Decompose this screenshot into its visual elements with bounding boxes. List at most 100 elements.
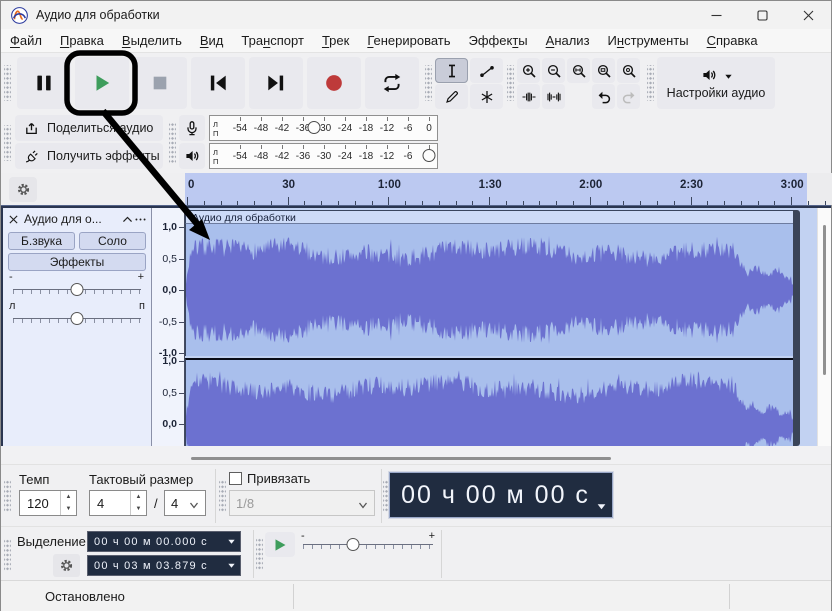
mute-button[interactable]: Б.звука: [8, 232, 75, 250]
caret-down-icon[interactable]: [227, 561, 236, 570]
play-at-speed-button[interactable]: [265, 532, 295, 557]
get-effects-button[interactable]: Получить эффекты: [15, 143, 163, 169]
grip-handle[interactable]: [4, 65, 11, 101]
menu-item-view[interactable]: Вид: [191, 31, 233, 50]
undo-button[interactable]: [592, 84, 615, 109]
audio-position-display[interactable]: 00 ч 00 м 00 с: [389, 472, 613, 518]
playback-meter-speaker-button[interactable]: [179, 143, 205, 169]
trim-outside-selection-button[interactable]: [517, 84, 540, 109]
snap-dropdown[interactable]: 1/8: [229, 490, 375, 516]
grip-handle[interactable]: [4, 479, 11, 513]
zoom-project-button[interactable]: [592, 58, 615, 83]
tempo-input[interactable]: 120 ▲ ▼: [19, 490, 77, 516]
caret-down-icon[interactable]: [590, 490, 606, 509]
grip-handle[interactable]: [507, 65, 514, 101]
pan-left-label: л: [9, 300, 16, 312]
close-button[interactable]: [785, 1, 831, 29]
selection-start-value[interactable]: 00 ч 00 м 00.000 с: [94, 536, 208, 548]
share-audio-button[interactable]: Поделиться аудио: [15, 115, 163, 141]
selection-end-field[interactable]: 00 ч 03 м 03.879 с: [87, 555, 241, 576]
tempo-spinner[interactable]: ▲ ▼: [60, 491, 76, 515]
timesig-lower-dropdown[interactable]: 4: [164, 490, 206, 516]
record-meter[interactable]: Л П -54 -48 -42 -36 -30 -24 -18 -12 -6 0: [209, 115, 438, 141]
menu-item-edit[interactable]: Правка: [51, 31, 113, 50]
grip-handle[interactable]: [425, 65, 432, 101]
minimize-button[interactable]: [693, 1, 739, 29]
selection-tool-button[interactable]: [435, 58, 468, 83]
grip-handle[interactable]: [4, 125, 11, 161]
maximize-button[interactable]: [739, 1, 785, 29]
zoom-in-button[interactable]: [517, 58, 540, 83]
grip-handle[interactable]: [169, 123, 176, 163]
track-control-panel[interactable]: Аудио для о... Б.звука Соло Эффекты - + …: [1, 208, 152, 446]
collapse-track-icon[interactable]: [121, 213, 134, 226]
envelope-tool-button[interactable]: [470, 58, 503, 83]
snap-checkbox-row[interactable]: Привязать: [229, 471, 310, 486]
pause-button[interactable]: [17, 57, 71, 109]
redo-button[interactable]: [617, 84, 640, 109]
caret-down-icon[interactable]: [227, 537, 236, 546]
play-speed-slider[interactable]: - +: [301, 530, 435, 556]
menu-item-select[interactable]: Выделить: [113, 31, 191, 50]
skip-to-start-button[interactable]: [191, 57, 245, 109]
timesig-spinner[interactable]: ▲ ▼: [130, 491, 146, 515]
audio-clip[interactable]: Аудио для обработки: [185, 210, 805, 446]
record-volume-slider-thumb[interactable]: [307, 121, 321, 134]
tempo-value[interactable]: 120: [20, 496, 60, 511]
vertical-ruler[interactable]: 1,0 0,5 0,0 -0,5 -1,0 1,0 0,5 0,0: [152, 208, 185, 446]
track-name[interactable]: Аудио для о...: [24, 212, 121, 226]
pan-slider-thumb[interactable]: [70, 312, 84, 325]
zoom-toggle-button[interactable]: [617, 58, 640, 83]
menu-item-track[interactable]: Трек: [313, 31, 358, 50]
zoom-selection-button[interactable]: [567, 58, 590, 83]
draw-tool-button[interactable]: [435, 84, 468, 109]
record-meter-mic-button[interactable]: [179, 115, 205, 141]
menu-item-file[interactable]: Файл: [1, 31, 51, 50]
menu-item-generate[interactable]: Генерировать: [358, 31, 459, 50]
loop-button[interactable]: [365, 57, 419, 109]
selection-start-field[interactable]: 00 ч 00 м 00.000 с: [87, 531, 241, 552]
timeline-options-button[interactable]: [9, 177, 37, 202]
menu-item-analyze[interactable]: Анализ: [537, 31, 599, 50]
stop-button[interactable]: [133, 57, 187, 109]
menu-item-transport[interactable]: Транспорт: [232, 31, 313, 50]
effects-button[interactable]: Эффекты: [8, 253, 146, 271]
zoom-out-button[interactable]: [542, 58, 565, 83]
silence-selection-button[interactable]: [542, 84, 565, 109]
clip-right-edge[interactable]: [793, 210, 800, 446]
menu-item-tools[interactable]: Инструменты: [599, 31, 698, 50]
grip-handle[interactable]: [219, 479, 226, 513]
record-button[interactable]: [307, 57, 361, 109]
gain-slider-thumb[interactable]: [70, 283, 84, 296]
vertical-scrollbar-thumb[interactable]: [823, 225, 826, 375]
clip-title[interactable]: Аудио для обработки: [185, 210, 799, 224]
grip-handle[interactable]: [4, 539, 11, 571]
selection-end-value[interactable]: 00 ч 03 м 03.879 с: [94, 560, 208, 572]
waveform-channel-left[interactable]: [185, 224, 793, 356]
timesig-upper-value[interactable]: 4: [90, 496, 130, 511]
horizontal-scrollbar[interactable]: [1, 446, 831, 464]
waveform-channel-right[interactable]: [185, 358, 793, 446]
clips-region[interactable]: Аудио для обработки: [185, 208, 819, 446]
speed-slider-thumb[interactable]: [346, 538, 360, 551]
grip-handle[interactable]: [647, 65, 654, 101]
playback-meter[interactable]: Л П -54-48-42-36-30-24-18-12-60: [209, 143, 438, 169]
solo-button[interactable]: Соло: [79, 232, 146, 250]
selection-options-button[interactable]: [53, 554, 80, 577]
timesig-upper-input[interactable]: 4 ▲ ▼: [89, 490, 147, 516]
snap-checkbox[interactable]: [229, 472, 242, 485]
timeline-ruler[interactable]: 0 30 1:00 1:30 2:00 2:30 3:00: [185, 173, 832, 205]
vertical-scrollbar[interactable]: [817, 208, 831, 446]
skip-to-end-button[interactable]: [249, 57, 303, 109]
audio-setup-button[interactable]: Настройки аудио: [657, 57, 775, 109]
audio-position-value[interactable]: 00 ч 00 м 00 с: [401, 481, 590, 510]
close-track-icon[interactable]: [7, 213, 20, 226]
grip-handle[interactable]: [256, 537, 263, 571]
track-menu-icon[interactable]: [134, 213, 147, 226]
multi-tool-button[interactable]: [470, 84, 503, 109]
playback-volume-slider-thumb[interactable]: [422, 149, 436, 162]
play-button[interactable]: [75, 57, 129, 109]
horizontal-scrollbar-thumb[interactable]: [191, 457, 611, 460]
menu-item-help[interactable]: Справка: [698, 31, 767, 50]
menu-item-effect[interactable]: Эффекты: [460, 31, 537, 50]
